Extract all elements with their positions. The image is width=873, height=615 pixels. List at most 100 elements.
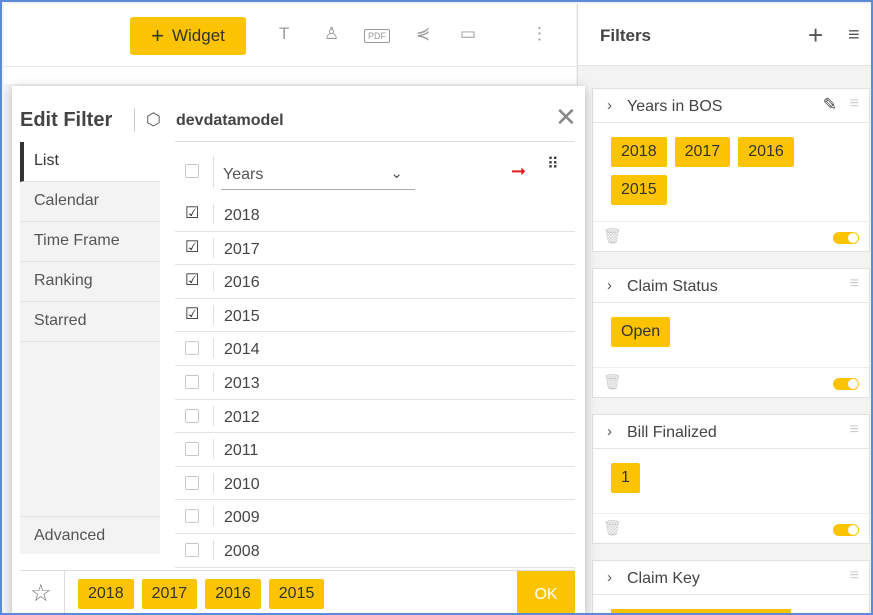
unchecked-checkbox[interactable] xyxy=(185,408,199,423)
datamodel-cube-icon: ⬡ xyxy=(146,110,161,129)
share-icon[interactable]: ⋞ xyxy=(416,24,430,44)
selected-chip[interactable]: 2018 xyxy=(78,579,134,609)
chevron-right-icon[interactable]: › xyxy=(607,97,612,114)
red-arrow-annotation-icon: ➞ xyxy=(511,161,527,181)
list-item-label: 2014 xyxy=(224,341,260,359)
filter-chip-partial xyxy=(611,609,791,613)
list-item[interactable]: ☑ 2017 xyxy=(175,232,575,266)
title-divider xyxy=(134,108,135,132)
filter-card-years-in-bos: › Years in BOS ✎ ≡ 2018 2017 2016 2015 🗑 xyxy=(592,88,870,252)
datamodel-name: devdatamodel xyxy=(176,112,284,129)
drag-handle-icon[interactable]: ≡ xyxy=(850,275,859,293)
dashboard-canvas-strip xyxy=(4,66,576,84)
filter-toggle[interactable] xyxy=(833,232,859,244)
row-separator xyxy=(213,405,214,426)
nav-item-list[interactable]: List xyxy=(20,142,160,182)
select-all-checkbox[interactable] xyxy=(185,164,199,178)
list-item[interactable]: ☑ 2016 xyxy=(175,265,575,299)
star-icon[interactable]: ☆ xyxy=(30,579,52,608)
filter-card-title: Claim Key xyxy=(627,570,700,587)
selected-chips: 2018 2017 2016 2015 xyxy=(78,579,325,609)
selected-chip[interactable]: 2015 xyxy=(268,579,325,609)
pdf-icon[interactable]: PDF xyxy=(364,29,390,43)
list-item[interactable]: ☑ 2018 xyxy=(175,198,575,232)
unchecked-checkbox[interactable] xyxy=(185,509,199,524)
filter-toggle[interactable] xyxy=(833,524,859,536)
list-item[interactable]: 2010 xyxy=(175,467,575,501)
dimension-select[interactable]: Years ⌄ xyxy=(221,158,415,190)
filter-toggle[interactable] xyxy=(833,378,859,390)
nav-item-starred[interactable]: Starred xyxy=(20,302,160,342)
list-item[interactable]: 2013 xyxy=(175,366,575,400)
unchecked-checkbox[interactable] xyxy=(185,475,199,490)
list-item[interactable]: 2009 xyxy=(175,500,575,534)
list-item-label: 2015 xyxy=(224,307,260,325)
list-item[interactable]: 2008 xyxy=(175,534,575,568)
brush-icon[interactable]: ♙ xyxy=(324,24,339,44)
dashboard-toolbar: + Widget T ♙ PDF ⋞ ▭ ⋮ xyxy=(4,4,576,66)
list-item-label: 2010 xyxy=(224,475,260,493)
text-icon[interactable]: T xyxy=(279,24,289,44)
filter-chip: 2018 xyxy=(611,137,667,167)
selected-chip[interactable]: 2017 xyxy=(141,579,198,609)
chevron-right-icon[interactable]: › xyxy=(607,277,612,294)
grid-dots-icon[interactable]: ⠿ xyxy=(547,157,559,172)
pencil-icon[interactable]: ✎ xyxy=(823,95,837,115)
trash-icon[interactable]: 🗑 xyxy=(603,519,622,537)
list-item-label: 2011 xyxy=(224,442,259,460)
drag-handle-icon[interactable]: ≡ xyxy=(850,95,859,113)
row-separator xyxy=(213,338,214,359)
filter-card-header[interactable]: › Bill Finalized ≡ xyxy=(593,415,869,449)
unchecked-checkbox[interactable] xyxy=(185,374,199,389)
add-widget-button[interactable]: + Widget xyxy=(130,17,246,55)
list-item-label: 2008 xyxy=(224,542,260,560)
nav-item-advanced[interactable]: Advanced xyxy=(20,516,160,554)
plus-icon: + xyxy=(151,23,164,48)
filters-title: Filters xyxy=(600,26,652,45)
unchecked-checkbox[interactable] xyxy=(185,442,199,457)
dialog-title: Edit Filter xyxy=(20,109,113,131)
unchecked-checkbox[interactable] xyxy=(185,341,199,356)
list-item[interactable]: 2014 xyxy=(175,332,575,366)
checked-checkbox[interactable]: ☑ xyxy=(185,304,201,323)
nav-item-time-frame[interactable]: Time Frame xyxy=(20,222,160,262)
nav-item-ranking[interactable]: Ranking xyxy=(20,262,160,302)
close-icon[interactable]: ✕ xyxy=(555,102,577,133)
drag-handle-icon[interactable]: ≡ xyxy=(850,567,859,585)
selection-bar: ☆ 2018 2017 2016 2015 OK xyxy=(20,570,575,613)
list-item[interactable]: 2011 xyxy=(175,433,575,467)
list-item[interactable]: ☑ 2015 xyxy=(175,299,575,333)
selected-chip[interactable]: 2016 xyxy=(205,579,261,609)
row-separator xyxy=(213,271,214,292)
checked-checkbox[interactable]: ☑ xyxy=(185,203,201,222)
menu-icon[interactable]: ≡ xyxy=(848,24,860,47)
drag-handle-icon[interactable]: ≡ xyxy=(850,421,859,439)
add-filter-icon[interactable]: + xyxy=(808,20,823,51)
row-separator xyxy=(213,237,214,258)
checked-checkbox[interactable]: ☑ xyxy=(185,237,201,256)
member-list: ☑ 2018 ☑ 2017 ☑ 2016 ☑ 2015 2014 2013 2012 2011 2010… xyxy=(175,198,575,568)
checked-checkbox[interactable]: ☑ xyxy=(185,270,201,289)
chevron-down-icon: ⌄ xyxy=(390,165,403,182)
filter-card-header[interactable]: › Claim Key ≡ xyxy=(593,561,869,595)
filter-chip: 2017 xyxy=(674,137,731,167)
monitor-icon[interactable]: ▭ xyxy=(460,24,476,44)
row-separator xyxy=(213,439,214,460)
chevron-right-icon[interactable]: › xyxy=(607,569,612,586)
trash-icon[interactable]: 🗑 xyxy=(603,227,622,245)
row-separator xyxy=(213,304,214,325)
unchecked-checkbox[interactable] xyxy=(185,542,199,557)
trash-icon[interactable]: 🗑 xyxy=(603,373,622,391)
header-separator xyxy=(213,156,214,188)
more-vertical-icon[interactable]: ⋮ xyxy=(531,24,548,44)
filter-card-header[interactable]: › Years in BOS ✎ ≡ xyxy=(593,89,869,123)
filter-card-claim-status: › Claim Status ≡ Open 🗑 xyxy=(592,268,870,398)
filter-card-header[interactable]: › Claim Status ≡ xyxy=(593,269,869,303)
dimension-select-value: Years xyxy=(223,166,264,183)
nav-item-calendar[interactable]: Calendar xyxy=(20,182,160,222)
chevron-right-icon[interactable]: › xyxy=(607,423,612,440)
filters-header: Filters + ≡ xyxy=(578,4,871,66)
list-item[interactable]: 2012 xyxy=(175,400,575,434)
ok-button[interactable]: OK xyxy=(517,571,575,613)
list-header: Years ⌄ ➞ ⠿ xyxy=(175,152,575,194)
